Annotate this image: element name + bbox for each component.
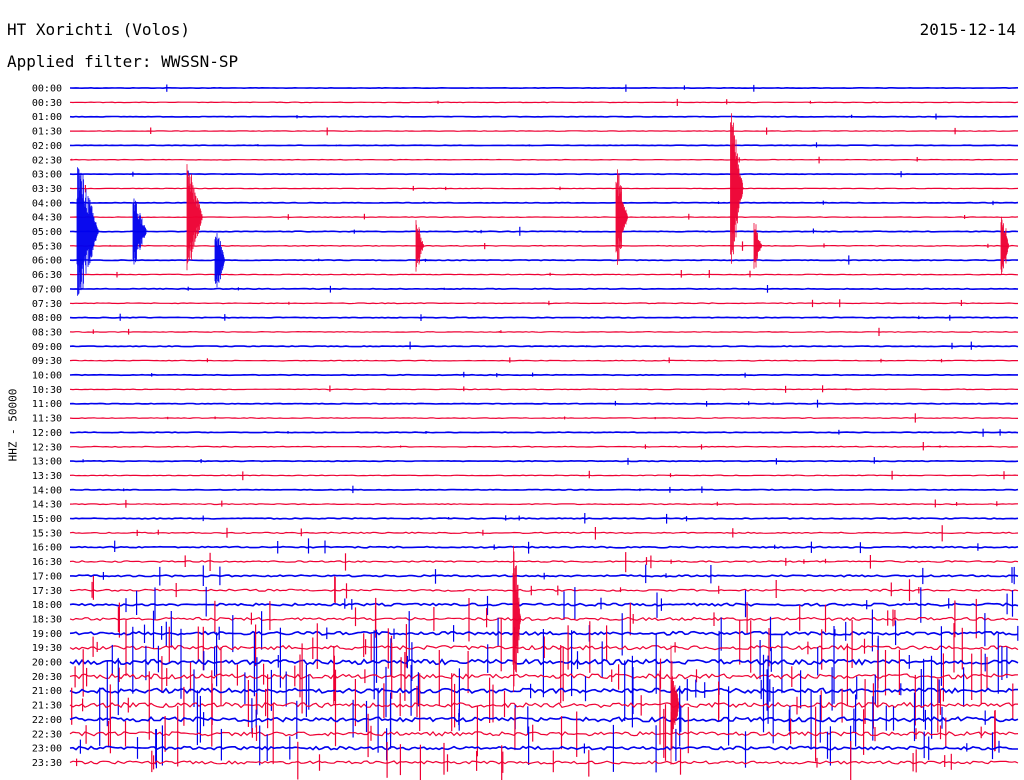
- row-time-label: 19:30: [32, 643, 62, 654]
- trace-row: [69, 545, 1019, 549]
- row-time-label: 12:00: [32, 428, 62, 439]
- trace-row: [69, 760, 1019, 765]
- row-time-label: 02:00: [32, 141, 62, 152]
- row-time-label: 06:30: [32, 270, 62, 281]
- trace-row: [69, 187, 1019, 190]
- row-time-label: 11:30: [32, 414, 62, 425]
- trace-row: [69, 359, 1018, 362]
- row-time-label: 04:30: [32, 213, 62, 224]
- row-time-label: 08:30: [32, 327, 62, 338]
- trace-row: [69, 230, 1019, 233]
- trace-row: [69, 287, 1019, 291]
- row-time-label: 03:30: [32, 184, 62, 195]
- trace-row: [69, 373, 1018, 377]
- row-time-label: 22:30: [32, 729, 62, 740]
- trace-row: [69, 616, 1019, 622]
- row-time-label: 13:30: [32, 471, 62, 482]
- trace-row: [69, 503, 1019, 506]
- trace-row: [69, 330, 1019, 333]
- trace-row: [69, 273, 1019, 276]
- row-time-label: 00:00: [32, 84, 62, 95]
- row-time-label: 11:00: [32, 399, 62, 410]
- seismogram-plot: 00:00 00:30 01:00 01:30 02:00 02:30 03:00 03:30…: [32, 84, 1019, 780]
- trace-row: [69, 459, 1019, 463]
- row-time-label: 23:30: [32, 758, 62, 769]
- row-time-label: 05:30: [32, 241, 62, 252]
- row-time-label: 21:00: [32, 686, 62, 697]
- row-time-label: 18:30: [32, 614, 62, 625]
- trace-row: [69, 316, 1019, 319]
- row-time-label: 02:30: [32, 155, 62, 166]
- row-time-label: 07:00: [32, 284, 62, 295]
- row-time-label: 23:00: [32, 744, 62, 755]
- trace-row: [70, 158, 1019, 161]
- row-time-label: 14:00: [32, 485, 62, 496]
- row-time-label: 00:30: [32, 98, 62, 109]
- row-time-label: 10:30: [32, 385, 62, 396]
- row-time-label: 10:00: [32, 371, 62, 382]
- trace-row: [69, 417, 1019, 420]
- row-time-label: 16:00: [32, 543, 62, 554]
- row-time-label: 06:00: [32, 256, 62, 267]
- trace-row: [69, 474, 1019, 477]
- row-time-label: 09:30: [32, 356, 62, 367]
- row-time-label: 15:30: [32, 528, 62, 539]
- row-time-label: 08:00: [32, 313, 62, 324]
- row-time-label: 21:30: [32, 701, 62, 712]
- row-time-label: 19:00: [32, 629, 62, 640]
- row-time-label: 05:00: [32, 227, 62, 238]
- trace-row: [69, 388, 1019, 391]
- trace-row: [69, 259, 1019, 262]
- row-time-label: 14:30: [32, 500, 62, 511]
- trace-row: [69, 602, 1019, 607]
- trace-row: [69, 345, 1019, 348]
- trace-row: [69, 101, 1019, 104]
- row-time-label: 12:30: [32, 442, 62, 453]
- trace-row: [69, 244, 1019, 247]
- row-time-label: 17:30: [32, 586, 62, 597]
- trace-row: [69, 560, 1019, 563]
- row-time-label: 07:30: [32, 299, 62, 310]
- trace-row: [69, 302, 1018, 305]
- row-time-label: 15:00: [32, 514, 62, 525]
- row-time-label: 20:30: [32, 672, 62, 683]
- row-time-label: 22:00: [32, 715, 62, 726]
- row-time-label: 03:00: [32, 170, 62, 181]
- trace-row: [69, 517, 1019, 520]
- row-time-label: 01:30: [32, 127, 62, 138]
- row-time-label: 20:00: [32, 658, 62, 669]
- row-time-label: 01:00: [32, 112, 62, 123]
- trace-row: [69, 531, 1019, 535]
- trace-row: [69, 216, 1019, 219]
- trace-row: [69, 745, 1018, 751]
- row-time-label: 16:30: [32, 557, 62, 568]
- trace-row: [69, 588, 1019, 592]
- row-time-label: 04:00: [32, 198, 62, 209]
- row-time-label: 13:00: [32, 457, 62, 468]
- row-time-label: 17:00: [32, 571, 62, 582]
- trace-row: [69, 402, 1019, 405]
- trace-row: [69, 445, 1019, 448]
- row-time-label: 09:00: [32, 342, 62, 353]
- trace-row: [69, 431, 1019, 434]
- trace-row: [69, 488, 1019, 491]
- row-time-label: 18:00: [32, 600, 62, 611]
- trace-row: [70, 130, 1018, 132]
